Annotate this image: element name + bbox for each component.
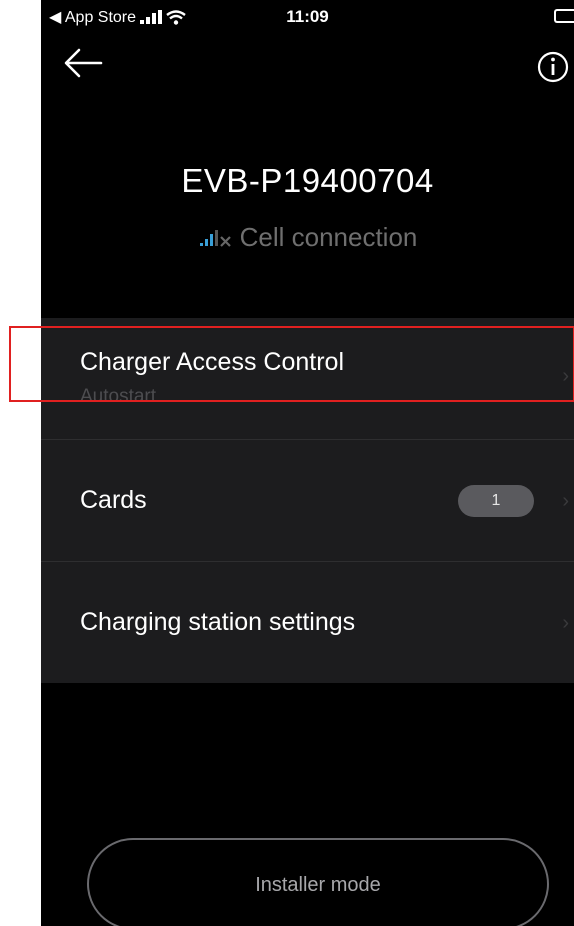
- app-screen: ◀ App Store 11:09 EVB-P19400704 Cell con…: [41, 0, 574, 926]
- battery-icon: [554, 9, 574, 23]
- access-control-title: Charger Access Control: [80, 348, 345, 376]
- station-settings-title: Charging station settings: [80, 608, 356, 636]
- chevron-right-icon: ›: [562, 490, 569, 512]
- back-arrow-icon: [64, 48, 103, 78]
- status-bar: ◀ App Store 11:09: [41, 0, 574, 34]
- cards-item[interactable]: Cards 1 ›: [41, 439, 574, 561]
- installer-mode-button[interactable]: Installer mode: [87, 838, 549, 926]
- back-arrow-button[interactable]: [63, 46, 103, 80]
- chevron-right-icon: ›: [562, 365, 569, 387]
- connection-status: Cell connection: [41, 222, 574, 253]
- charger-id-title: EVB-P19400704: [181, 162, 434, 199]
- cards-title: Cards: [80, 486, 147, 514]
- settings-list: Charger Access Control Autostart › Cards…: [41, 318, 574, 683]
- chevron-right-icon: ›: [562, 612, 569, 634]
- status-time: 11:09: [286, 7, 329, 26]
- cell-signal-icon: [199, 229, 231, 247]
- access-control-subtitle: Autostart: [80, 386, 157, 407]
- access-control-item[interactable]: Charger Access Control Autostart ›: [41, 318, 574, 439]
- cards-count-badge: 1: [458, 485, 534, 517]
- info-icon: [537, 51, 569, 83]
- station-settings-item[interactable]: Charging station settings ›: [41, 561, 574, 683]
- info-button[interactable]: [536, 50, 570, 84]
- connection-label: Cell connection: [239, 222, 418, 252]
